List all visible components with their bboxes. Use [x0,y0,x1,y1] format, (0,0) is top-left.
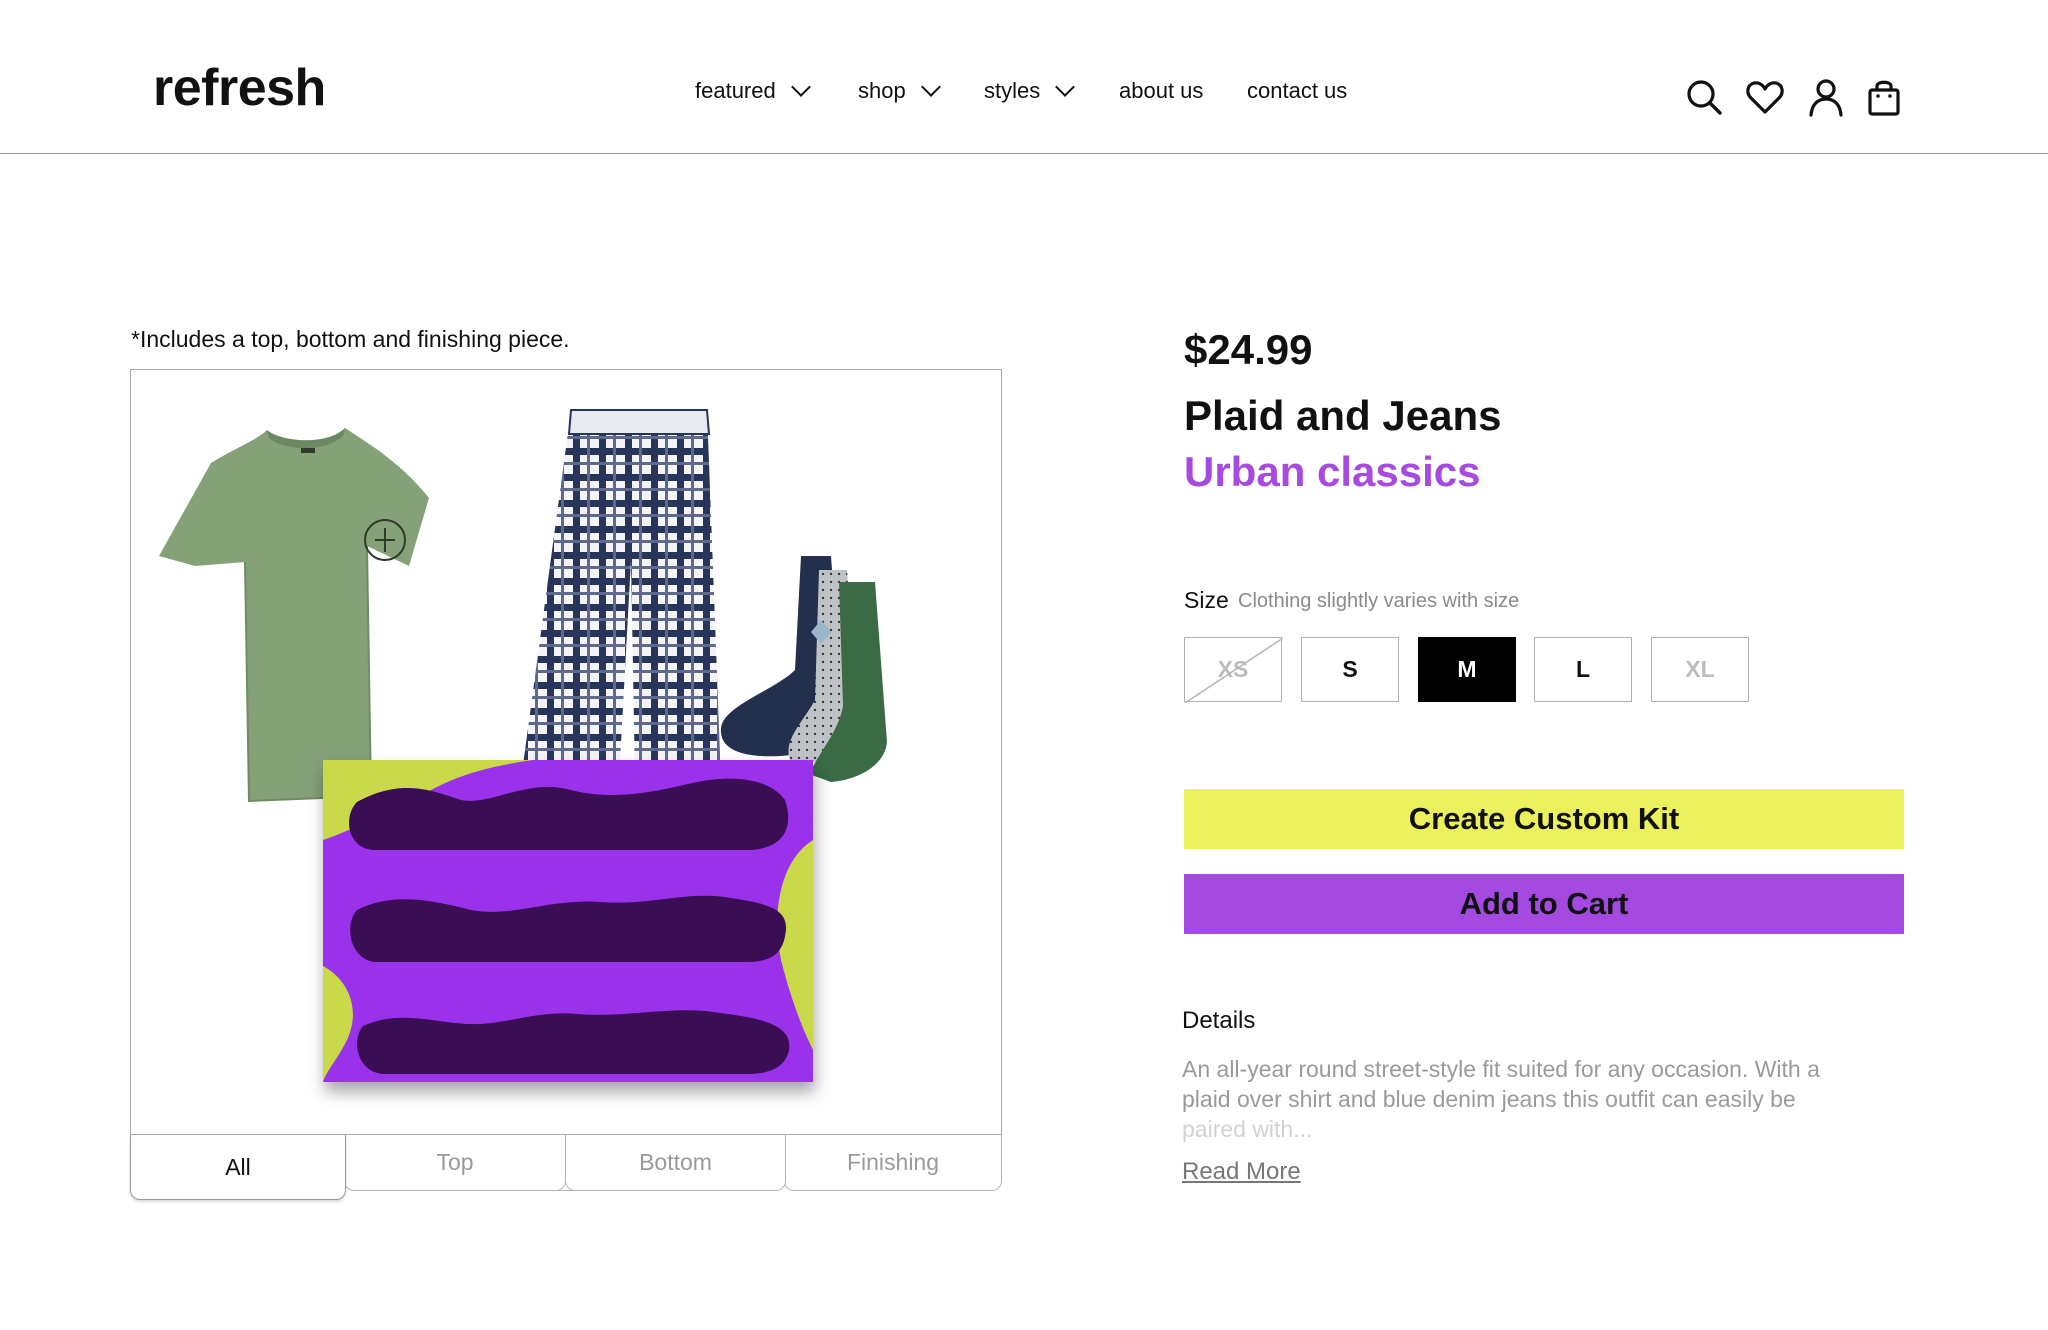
nav-about-us-label: about us [1119,78,1204,103]
details-text: An all-year round street-style fit suite… [1182,1054,1832,1144]
product-price: $24.99 [1184,326,1313,373]
nav-styles[interactable]: styles [984,77,1076,104]
size-xs-button[interactable]: XS [1184,637,1283,703]
tab-top[interactable]: Top [344,1135,566,1191]
chevron-down-icon [1055,77,1076,97]
nav-shop-label: shop [858,78,906,103]
user-icon[interactable] [1806,77,1846,117]
nav-contact-us-label: contact us [1247,78,1348,103]
search-icon[interactable] [1684,77,1724,117]
purple-gift-box-image [323,760,813,1082]
chevron-down-icon [920,77,941,97]
tab-bottom-cover[interactable]: Bottom [565,1135,786,1191]
nav-about-us[interactable]: about us [1119,78,1203,104]
plaid-pants-image [521,409,721,780]
size-m-button[interactable]: M [1418,637,1516,702]
product-title: Plaid and Jeans [1184,392,1502,439]
shopping-bag-icon[interactable] [1864,77,1904,117]
nav-featured-label: featured [695,78,776,103]
tab-all[interactable]: All [130,1135,346,1200]
size-xl-button[interactable]: XL [1651,637,1749,702]
create-custom-kit-button[interactable]: Create Custom Kit [1184,789,1904,849]
socks-image [720,556,887,782]
kit-illustration [159,409,887,1082]
details-fade: paired with... [1182,1116,1313,1142]
nav-styles-label: styles [984,78,1041,103]
details-heading: Details [1182,1007,1256,1034]
logo[interactable]: refresh [153,58,326,118]
details-body: An all-year round street-style fit suite… [1182,1056,1820,1112]
green-tshirt-image [159,428,429,803]
read-more-link[interactable]: Read More [1182,1158,1301,1186]
size-hint: Clothing slightly varies with size [1238,590,1520,612]
size-s-button[interactable]: S [1301,637,1399,702]
chevron-down-icon [790,77,811,97]
nav-shop[interactable]: shop [858,77,941,104]
product-collection: Urban classics [1184,448,1481,495]
strikethrough-icon [1185,638,1283,703]
product-image[interactable] [130,369,1002,1135]
includes-note: *Includes a top, bottom and finishing pi… [131,326,570,352]
size-l-button[interactable]: L [1534,637,1632,702]
nav-featured[interactable]: featured [695,77,811,104]
add-to-cart-button[interactable]: Add to Cart [1184,874,1904,934]
nav-contact-us[interactable]: contact us [1247,78,1347,104]
size-label: Size [1184,587,1229,613]
tab-finishing[interactable]: Finishing [784,1135,1002,1191]
heart-icon[interactable] [1745,77,1785,117]
